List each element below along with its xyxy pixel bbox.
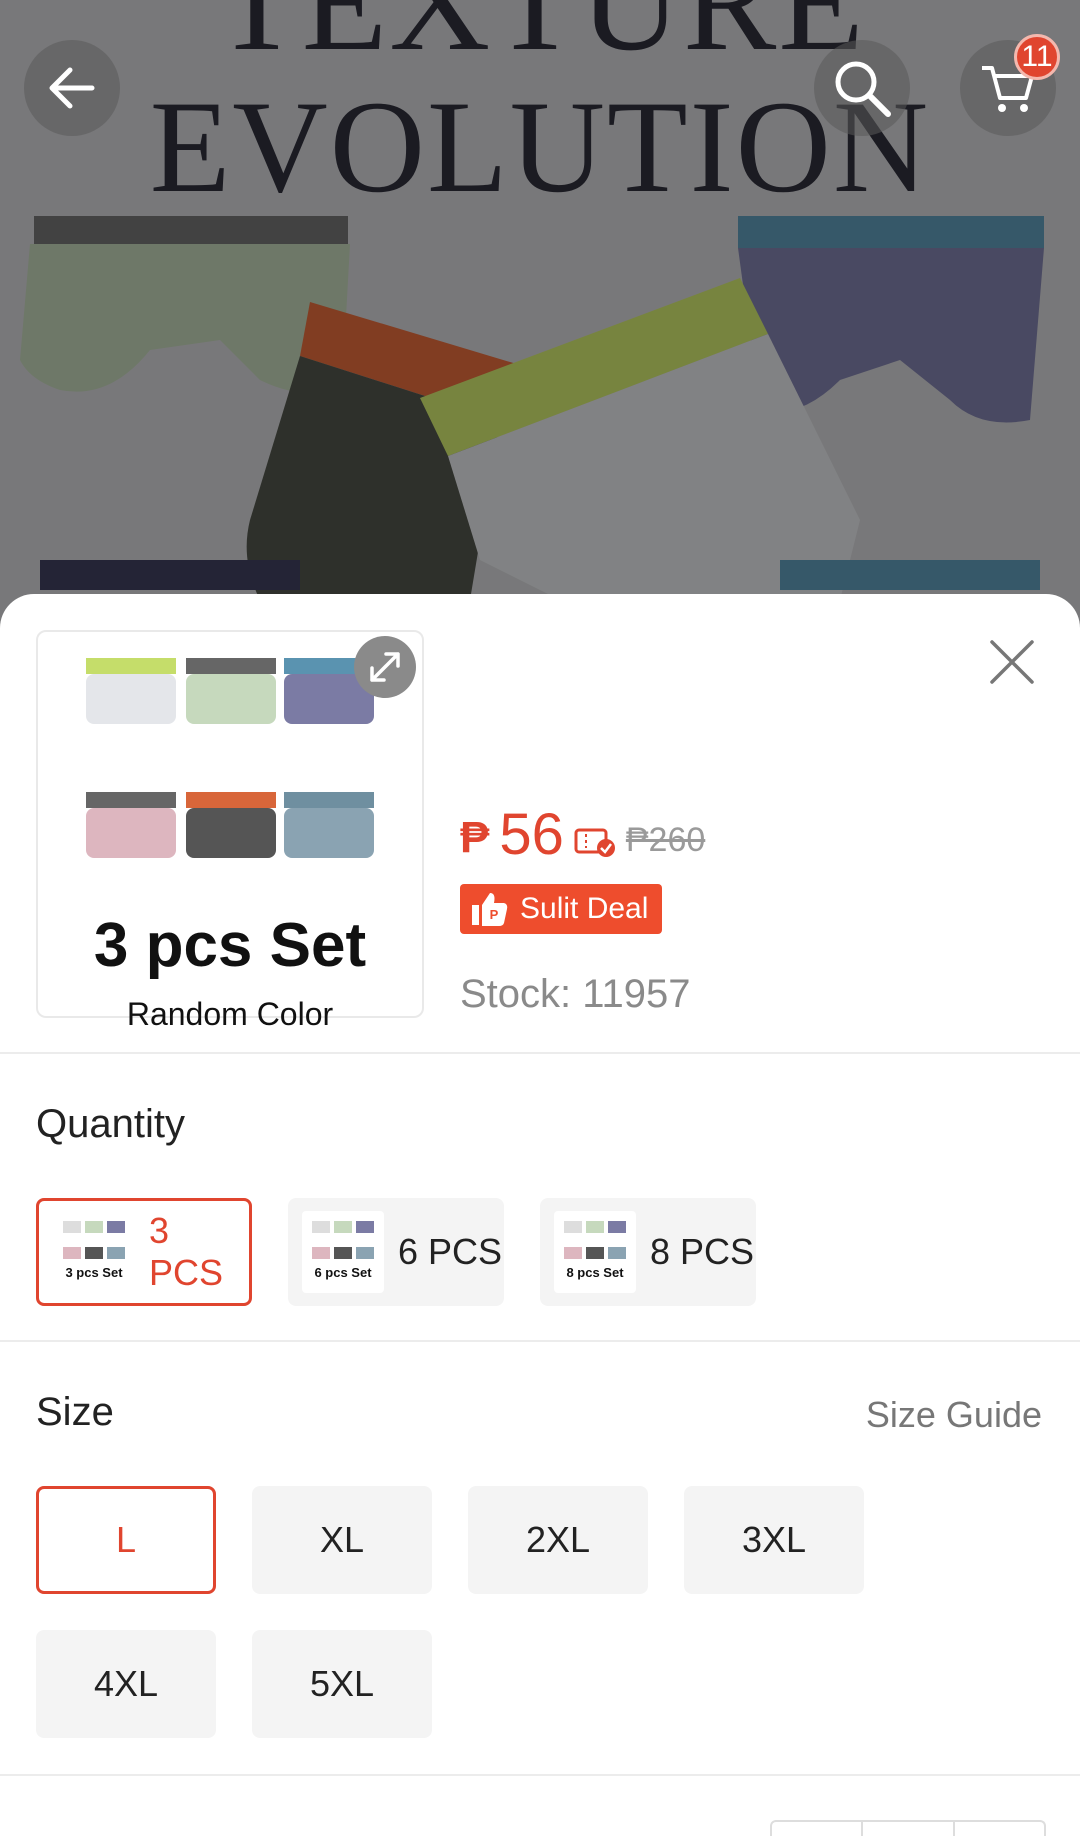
size-option-2xl[interactable]: 2XL [468,1486,648,1594]
divider [0,1340,1080,1342]
quantity-option-label: 3 PCS [149,1210,224,1293]
quantity-option-caption: 3 pcs Set [65,1265,123,1280]
thumbnail-subtitle: Random Color [126,996,334,1032]
hero-dim-overlay [0,0,1080,640]
quantity-option-8pcs[interactable]: 8 pcs Set 8 PCS [540,1198,756,1306]
current-price: 56 [499,802,564,867]
quantity-option-label: 6 PCS [398,1231,503,1272]
size-option-l[interactable]: L [36,1486,216,1594]
quantity-option-thumbnail: 3 pcs Set [53,1211,135,1293]
size-guide-link[interactable]: Size Guide [866,1394,1042,1436]
quantity-option-6pcs[interactable]: 6 pcs Set 6 PCS [288,1198,504,1306]
size-option-xl[interactable]: XL [252,1486,432,1594]
quantity-label: Quantity [36,1102,185,1146]
thumbnail-title: 3 pcs Set [93,911,367,980]
mini-swatches [312,1221,374,1259]
divider [0,1774,1080,1776]
size-label: Size [36,1390,114,1434]
cart-count-badge: 11 [1014,34,1060,80]
quantity-stepper[interactable] [770,1820,1046,1836]
quantity-option-thumbnail: 6 pcs Set [302,1211,384,1293]
mini-swatches [63,1221,125,1259]
sulit-deal-badge: P Sulit Deal [460,884,663,934]
currency-symbol: ₱ [460,813,490,862]
original-price: ₱260 [625,821,706,859]
search-icon [835,61,891,117]
quantity-option-3pcs[interactable]: 3 pcs Set 3 PCS [36,1198,252,1306]
close-sheet-button[interactable] [984,634,1040,690]
deal-label: Sulit Deal [520,892,649,925]
quantity-value[interactable] [863,1822,955,1836]
svg-text:P: P [490,907,499,922]
size-option-3xl[interactable]: 3XL [684,1486,864,1594]
arrow-left-icon [49,67,95,109]
stock-count: Stock: 11957 [460,972,691,1016]
size-option-5xl[interactable]: 5XL [252,1630,432,1738]
price-row: ₱ 56 ₱260 [460,794,705,864]
decrease-button[interactable] [772,1822,864,1836]
thumbs-up-icon: P [472,893,508,926]
back-button[interactable] [24,40,120,136]
search-button[interactable] [814,40,910,136]
divider [0,1052,1080,1054]
quantity-option-thumbnail: 8 pcs Set [554,1211,636,1293]
quantity-option-label: 8 PCS [650,1231,755,1272]
cart-button[interactable]: 11 [960,34,1060,136]
voucher-icon [574,828,615,857]
variant-selection-sheet: 3 pcs Set Random Color ₱ 56 ₱260 P Sulit… [0,594,1080,1836]
quantity-option-caption: 6 pcs Set [314,1265,372,1280]
mini-swatches [564,1221,626,1259]
size-option-4xl[interactable]: 4XL [36,1630,216,1738]
increase-button[interactable] [955,1822,1044,1836]
product-hero-image: TEXTURE EVOLUTION [0,0,1080,640]
quantity-option-caption: 8 pcs Set [566,1265,624,1280]
expand-icon [370,652,400,682]
close-icon [990,640,1034,684]
expand-image-button[interactable] [354,636,416,698]
